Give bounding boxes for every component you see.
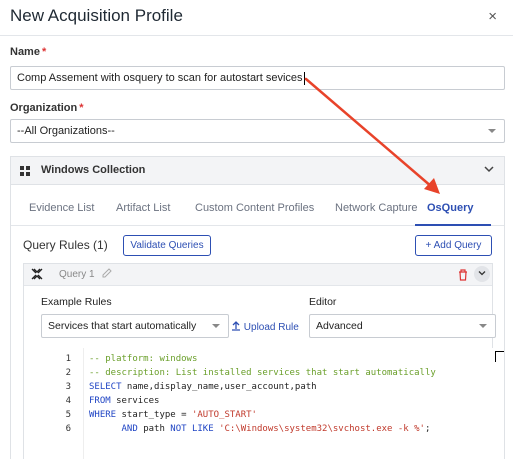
required-mark: * — [41, 46, 47, 58]
active-tab-indicator — [415, 224, 491, 226]
organization-select-value: --All Organizations-- — [17, 125, 115, 137]
query-header: Query 1 — [24, 264, 492, 286]
editor-scroll-corner — [495, 351, 504, 362]
code-token: ; — [424, 424, 431, 434]
example-rules-select[interactable]: Services that start automatically — [41, 314, 229, 338]
collection-header[interactable]: Windows Collection — [11, 157, 504, 185]
example-rules-value: Services that start automatically — [48, 320, 197, 332]
name-input-value: Comp Assement with osquery to scan for a… — [17, 72, 303, 84]
code-token: WHERE — [89, 410, 117, 420]
plus-icon: + — [425, 240, 432, 251]
add-query-button[interactable]: + Add Query — [415, 235, 492, 256]
dialog-title: New Acquisition Profile — [10, 6, 183, 25]
editor-select-value: Advanced — [316, 320, 363, 332]
organization-label: Organization * — [10, 102, 84, 114]
line-number: 2 — [65, 368, 71, 378]
select-arrow-icon — [479, 324, 487, 328]
line-number: 5 — [65, 410, 71, 420]
chevron-down-icon[interactable] — [484, 163, 494, 177]
text-caret — [303, 71, 305, 85]
select-arrow-icon — [488, 129, 496, 133]
tab-custom-content-profiles[interactable]: Custom Content Profiles — [195, 202, 314, 214]
select-arrow-icon — [212, 324, 220, 328]
required-mark: * — [79, 102, 84, 114]
query-rules-title: Query Rules (1) — [23, 238, 108, 252]
code-token: NOT LIKE — [170, 424, 214, 434]
collection-title: Windows Collection — [41, 164, 146, 176]
name-label-text: Name — [10, 46, 40, 58]
close-icon[interactable]: × — [488, 8, 497, 25]
validate-queries-button[interactable]: Validate Queries — [123, 235, 211, 256]
organization-select[interactable]: --All Organizations-- — [10, 119, 505, 143]
osquery-icon — [31, 268, 43, 283]
code-token: AND — [121, 424, 138, 434]
code-line: 1 -- platform: windows — [41, 352, 198, 366]
trash-icon[interactable] — [458, 268, 468, 281]
code-editor[interactable]: 1 -- platform: windows 2 -- description: Li… — [41, 348, 504, 459]
tab-network-capture[interactable]: Network Capture — [335, 202, 418, 214]
windows-icon — [20, 166, 30, 176]
code-token: 'AUTO_START' — [191, 410, 257, 420]
code-token: -- platform: windows — [89, 354, 198, 364]
upload-rule-label: Upload Rule — [243, 322, 299, 333]
collapse-query-icon[interactable] — [474, 266, 490, 282]
add-query-label: Add Query — [433, 240, 482, 251]
upload-icon — [232, 321, 240, 331]
example-rules-label: Example Rules — [41, 296, 112, 308]
code-line: 5 WHERE start_type = 'AUTO_START' — [41, 408, 257, 422]
tab-bar: Evidence List Artifact List Custom Conte… — [11, 186, 504, 226]
code-token: 'C:\Windows\system32\svchost.exe -k %' — [219, 424, 425, 434]
name-input[interactable]: Comp Assement with osquery to scan for a… — [10, 66, 505, 90]
code-line: 6 AND path NOT LIKE 'C:\Windows\system32… — [41, 422, 431, 436]
query-name: Query 1 — [59, 269, 95, 280]
tab-osquery[interactable]: OsQuery — [427, 202, 473, 214]
code-token: name,display_name,user_account,path — [121, 382, 317, 392]
editor-select[interactable]: Advanced — [309, 314, 496, 338]
edit-icon[interactable] — [102, 268, 112, 281]
line-number: 3 — [65, 382, 71, 392]
code-line: 3 SELECT name,display_name,user_account,p… — [41, 380, 317, 394]
code-token: start_type = — [116, 410, 192, 420]
line-number: 6 — [65, 424, 71, 434]
tab-artifact-list[interactable]: Artifact List — [116, 202, 170, 214]
code-token: path — [137, 424, 171, 434]
tab-evidence-list[interactable]: Evidence List — [29, 202, 94, 214]
line-number: 1 — [65, 354, 71, 364]
code-line: 4 FROM services — [41, 394, 160, 408]
dialog-header: New Acquisition Profile × — [0, 0, 513, 36]
name-label: Name * — [10, 46, 46, 58]
editor-label: Editor — [309, 296, 337, 308]
code-token: -- description: List installed services … — [89, 368, 436, 378]
code-token: services — [110, 396, 160, 406]
windows-collection-panel: Windows Collection Evidence List Artifac… — [10, 156, 505, 459]
code-line: 2 -- description: List installed services… — [41, 366, 436, 380]
query-card: Query 1 Example Rules Services that star… — [23, 263, 504, 459]
upload-rule-link[interactable]: Upload Rule — [231, 321, 299, 333]
organization-label-text: Organization — [10, 102, 78, 114]
line-number: 4 — [65, 396, 71, 406]
code-token: SELECT — [89, 382, 122, 392]
code-token: FROM — [89, 396, 111, 406]
